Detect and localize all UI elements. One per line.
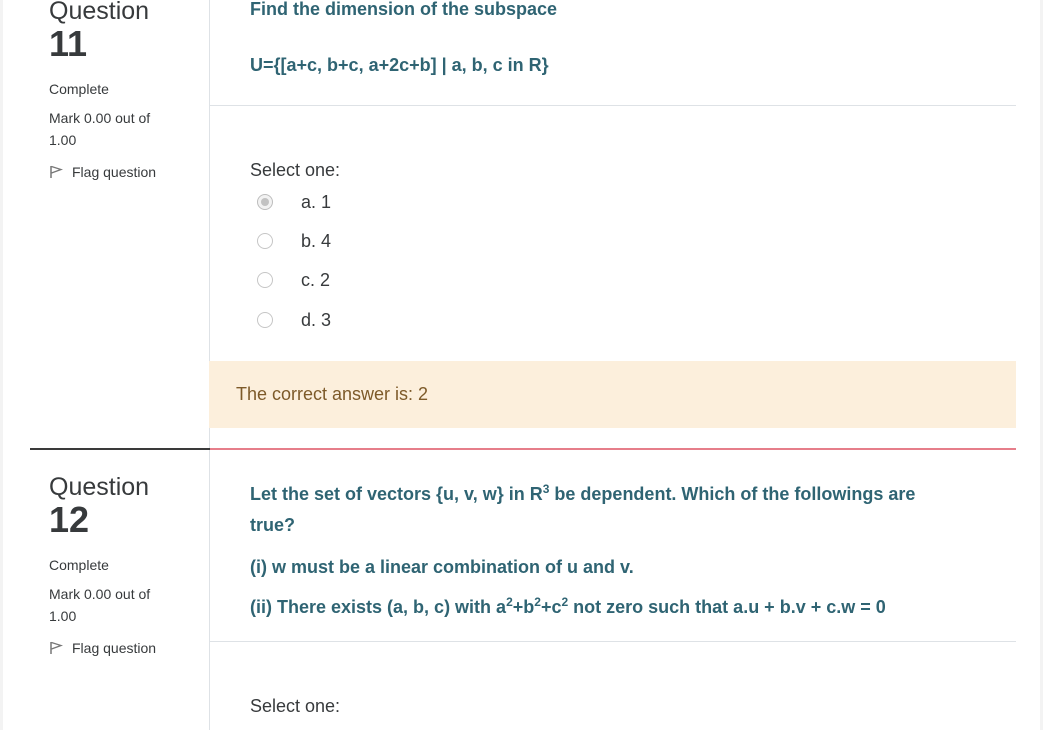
select-one-prompt: Select one:: [250, 160, 341, 180]
question-info-11: Question 11 Complete Mark 0.00 out of 1.…: [49, 0, 199, 180]
question-text-line: (ii) There exists (a, b, c) with a2+b2+c…: [250, 595, 1010, 618]
feedback-text: The correct answer is: 2: [236, 384, 429, 404]
question-text-segment: Let the set of vectors {u, v, w} in R: [250, 484, 543, 504]
divider: [210, 641, 1016, 642]
flag-icon: [49, 165, 64, 179]
question-text-11: Find the dimension of the subspace U={[a…: [250, 0, 1010, 76]
question-text-12: Let the set of vectors {u, v, w} in R3 b…: [250, 474, 1010, 618]
flag-question-label: Flag question: [72, 640, 157, 656]
answer-option-label: b. 4: [301, 231, 332, 251]
question-label: Question: [49, 473, 150, 501]
answer-option-label: d. 3: [301, 310, 332, 330]
question-state: Complete: [49, 557, 109, 573]
answer-option-label: c. 2: [301, 270, 331, 290]
superscript: 2: [534, 595, 541, 609]
flag-question-link[interactable]: Flag question: [49, 640, 199, 656]
radio-button[interactable]: [257, 194, 273, 210]
question-separator: [30, 448, 210, 450]
answer-option-d[interactable]: d. 3: [257, 310, 331, 330]
question-info-12: Question 12 Complete Mark 0.00 out of 1.…: [49, 474, 199, 656]
question-text-segment: (ii) There exists (a, b, c) with a: [250, 597, 507, 617]
flag-icon: [49, 641, 64, 655]
answer-option-label: a. 1: [301, 192, 332, 212]
correct-answer-feedback: The correct answer is: 2: [209, 361, 1016, 428]
answer-option-b[interactable]: b. 4: [257, 231, 331, 251]
question-text-segment: +b: [512, 597, 535, 617]
question-text-segment: true?: [250, 515, 295, 535]
question-grade: Mark 0.00 out of 1.00: [49, 110, 151, 148]
question-number: 11: [49, 23, 88, 64]
question-state: Complete: [49, 81, 109, 97]
question-text-line: Let the set of vectors {u, v, w} in R3 b…: [250, 474, 1010, 541]
question-text-segment: +c: [540, 597, 562, 617]
radio-button[interactable]: [257, 272, 273, 288]
question-text-line: Find the dimension of the subspace: [250, 0, 558, 19]
question-text-segment: not zero such that a.u + b.v + c.w = 0: [568, 597, 886, 617]
select-one-prompt: Select one:: [250, 696, 341, 716]
page-left-border: [0, 0, 3, 730]
question-text-line: (i) w must be a linear combination of u …: [250, 557, 634, 577]
answer-option-a[interactable]: a. 1: [257, 192, 331, 212]
question-text-segment: be dependent. Which of the followings ar…: [549, 484, 916, 504]
radio-button[interactable]: [257, 312, 273, 328]
question-separator-accent: [210, 448, 1016, 450]
question-text-line: U={[a+c, b+c, a+2c+b] | a, b, c in R}: [250, 55, 549, 75]
radio-button[interactable]: [257, 233, 273, 249]
divider: [210, 105, 1016, 106]
flag-question-link[interactable]: Flag question: [49, 164, 199, 180]
content-divider: [209, 450, 210, 730]
answer-option-c[interactable]: c. 2: [257, 270, 330, 290]
question-number: 12: [49, 499, 90, 540]
question-grade: Mark 0.00 out of 1.00: [49, 586, 151, 624]
flag-question-label: Flag question: [72, 164, 157, 180]
question-label: Question: [49, 0, 150, 25]
superscript: 2: [506, 595, 513, 609]
